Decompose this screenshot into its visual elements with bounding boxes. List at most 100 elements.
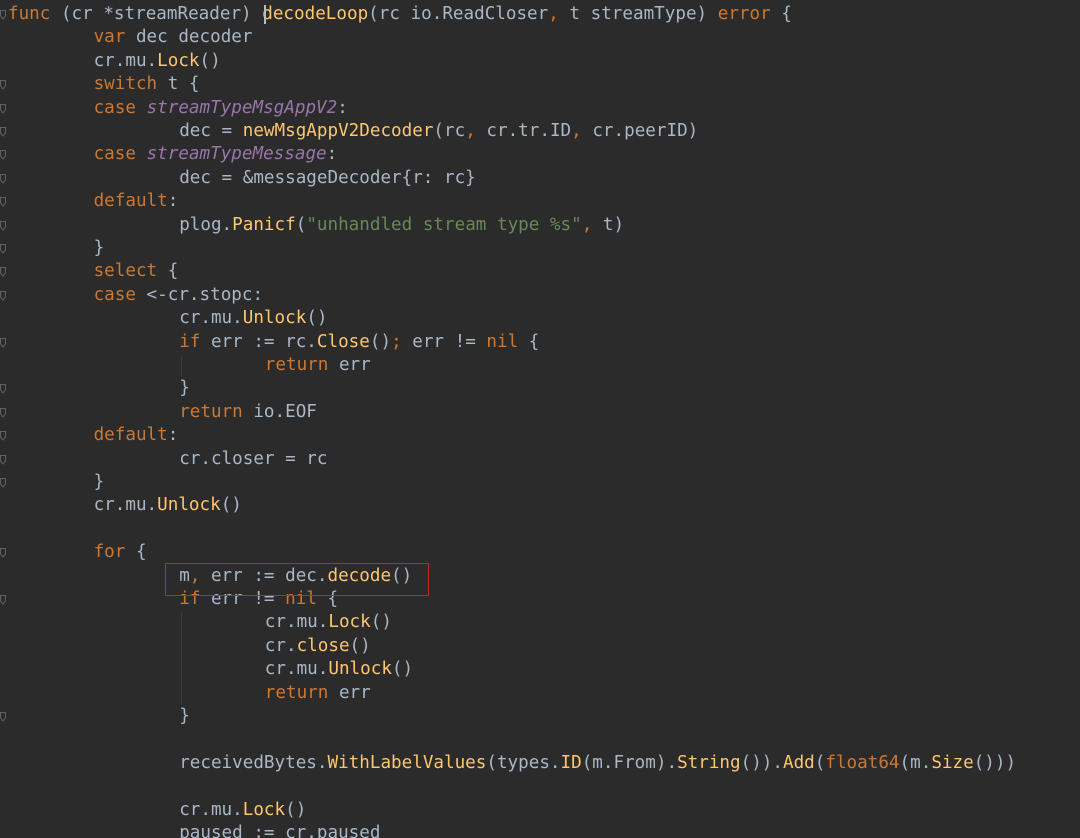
code-line[interactable]: switch t { bbox=[94, 73, 200, 96]
fold-marker-icon[interactable] bbox=[0, 384, 6, 395]
code-token: newMsgAppV2Decoder bbox=[242, 121, 434, 141]
code-token: error bbox=[717, 4, 771, 24]
code-token: } bbox=[179, 378, 190, 399]
code-line[interactable]: default: bbox=[94, 190, 179, 213]
code-line[interactable]: return io.EOF bbox=[179, 401, 317, 424]
fold-marker-icon[interactable] bbox=[0, 337, 6, 348]
code-line[interactable]: cr.mu.Lock() bbox=[179, 799, 306, 822]
code-editor[interactable]: func (cr *streamReader) decodeLoop(rc io… bbox=[0, 0, 1080, 838]
code-token: "unhandled stream type %s" bbox=[306, 214, 582, 235]
code-token: cr.closer = rc bbox=[179, 448, 328, 469]
code-token: return bbox=[264, 355, 329, 375]
code-line[interactable]: case streamTypeMessage: bbox=[94, 143, 338, 166]
code-token: cr.mu. bbox=[179, 799, 243, 820]
code-line[interactable]: cr.mu.Lock() bbox=[265, 611, 392, 634]
code-token: } bbox=[93, 238, 105, 258]
code-token: nil bbox=[486, 331, 519, 352]
code-line[interactable]: case streamTypeMsgAppV2: bbox=[94, 97, 348, 120]
code-token: receivedBytes. bbox=[179, 752, 328, 773]
fold-marker-icon[interactable] bbox=[0, 548, 6, 558]
code-line[interactable]: for { bbox=[94, 541, 147, 564]
code-token: { bbox=[157, 261, 179, 282]
code-token: () bbox=[199, 50, 221, 71]
code-token: case bbox=[93, 144, 136, 165]
code-line[interactable]: return err bbox=[265, 354, 371, 377]
fold-marker-icon[interactable] bbox=[0, 290, 6, 301]
fold-gutter bbox=[0, 0, 8, 838]
code-line[interactable]: select { bbox=[94, 260, 179, 283]
code-token: () bbox=[306, 308, 328, 329]
fold-marker-icon[interactable] bbox=[0, 197, 6, 207]
code-line[interactable]: cr.mu.Unlock() bbox=[265, 658, 413, 681]
code-line[interactable]: } bbox=[179, 377, 190, 400]
code-token: () bbox=[391, 659, 414, 680]
code-token: io.EOF bbox=[242, 401, 317, 422]
fold-marker-icon[interactable] bbox=[0, 127, 6, 137]
highlight-box bbox=[165, 562, 429, 596]
code-token: paused := cr.paused bbox=[179, 823, 381, 838]
code-line[interactable]: cr.close() bbox=[265, 635, 371, 658]
code-line[interactable]: default: bbox=[94, 424, 179, 447]
code-token: switch bbox=[93, 74, 158, 95]
code-line[interactable]: dec = newMsgAppV2Decoder(rc, cr.tr.ID, c… bbox=[179, 120, 698, 143]
code-token: { bbox=[125, 542, 147, 563]
code-token: WithLabelValues bbox=[327, 752, 487, 773]
code-line[interactable]: func (cr *streamReader) decodeLoop(rc io… bbox=[8, 3, 792, 26]
code-line[interactable]: var dec decoder bbox=[94, 26, 253, 49]
code-token: cr.mu. bbox=[93, 50, 158, 71]
code-token: () bbox=[285, 799, 307, 820]
fold-marker-icon[interactable] bbox=[0, 150, 6, 161]
code-token: return bbox=[264, 682, 329, 703]
code-line[interactable]: case <-cr.stopc: bbox=[94, 284, 263, 307]
code-line[interactable]: } bbox=[179, 705, 190, 728]
code-token: case bbox=[93, 284, 136, 305]
code-line[interactable]: cr.closer = rc bbox=[179, 448, 327, 471]
code-line[interactable]: return err bbox=[265, 682, 371, 705]
fold-marker-icon[interactable] bbox=[0, 454, 6, 465]
fold-marker-icon[interactable] bbox=[0, 103, 6, 114]
code-token: () bbox=[220, 495, 242, 516]
fold-marker-icon[interactable] bbox=[0, 712, 6, 722]
code-line[interactable]: plog.Panicf("unhandled stream type %s", … bbox=[179, 214, 624, 237]
code-line[interactable]: dec = &messageDecoder{r: rc} bbox=[179, 167, 476, 190]
code-token: ()). bbox=[740, 752, 783, 773]
code-line[interactable]: cr.mu.Unlock() bbox=[94, 494, 242, 517]
code-line[interactable]: } bbox=[94, 471, 105, 494]
code-token: t) bbox=[592, 214, 625, 235]
code-token: err := rc. bbox=[200, 331, 317, 352]
code-line[interactable]: receivedBytes.WithLabelValues(types.ID(m… bbox=[179, 752, 1016, 775]
code-token: decodeLoop bbox=[262, 4, 369, 24]
fold-marker-icon[interactable] bbox=[0, 220, 6, 231]
code-line[interactable]: cr.mu.Lock() bbox=[94, 50, 221, 73]
code-token: cr.peerID) bbox=[581, 121, 699, 141]
fold-marker-icon[interactable] bbox=[0, 407, 6, 418]
code-token: ID bbox=[560, 752, 582, 773]
fold-marker-icon[interactable] bbox=[0, 10, 6, 20]
code-line[interactable]: } bbox=[94, 237, 105, 260]
code-line[interactable]: if err := rc.Close(); err != nil { bbox=[179, 331, 539, 354]
fold-marker-icon[interactable] bbox=[0, 80, 6, 90]
code-token: Close bbox=[316, 331, 370, 352]
fold-marker-icon[interactable] bbox=[0, 267, 6, 278]
code-token: : bbox=[167, 191, 179, 212]
code-token: cr.mu. bbox=[93, 495, 158, 516]
code-token: Lock bbox=[242, 799, 286, 820]
code-line[interactable]: cr.mu.Unlock() bbox=[179, 307, 327, 330]
fold-marker-icon[interactable] bbox=[0, 478, 6, 488]
fold-marker-icon[interactable] bbox=[0, 595, 6, 605]
code-token: ( bbox=[295, 214, 307, 235]
fold-marker-icon[interactable] bbox=[0, 173, 6, 184]
code-token: () bbox=[370, 612, 392, 633]
code-token: : bbox=[337, 97, 348, 118]
text-caret bbox=[263, 5, 266, 24]
code-token: (m.From). bbox=[581, 752, 678, 773]
code-token: Size bbox=[931, 752, 974, 773]
code-line[interactable]: paused := cr.paused bbox=[179, 822, 380, 838]
code-token: , bbox=[465, 121, 476, 141]
fold-marker-icon[interactable] bbox=[0, 244, 6, 254]
fold-marker-icon[interactable] bbox=[0, 431, 6, 441]
indent-guide bbox=[181, 356, 183, 376]
code-token: dec decoder bbox=[125, 27, 253, 48]
code-token: close bbox=[296, 635, 350, 656]
